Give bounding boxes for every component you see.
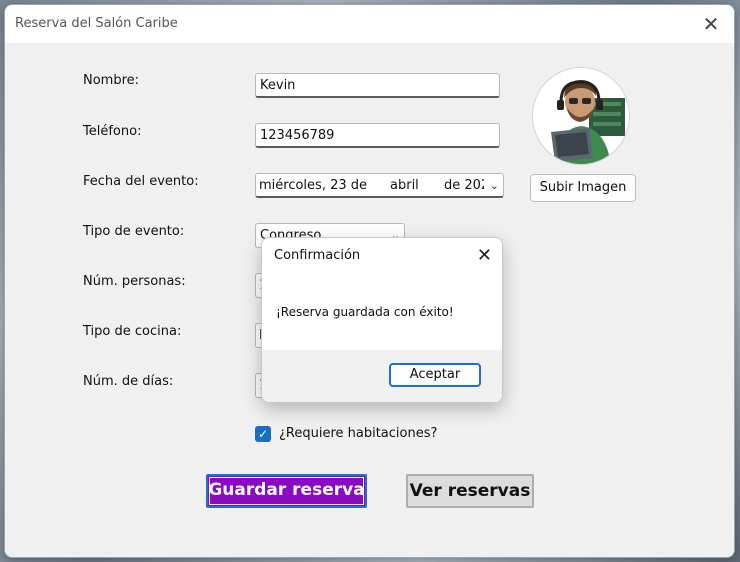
upload-image-button[interactable]: Subir Imagen [530,174,636,202]
num-dias-label: Núm. de días: [83,374,174,389]
fecha-label: Fecha del evento: [83,174,199,189]
fecha-year: de 202 [444,178,484,193]
nombre-label: Nombre: [83,73,140,88]
num-personas-label: Núm. personas: [83,274,186,289]
chevron-down-icon[interactable]: ⌄ [490,174,499,196]
dialog-footer: Aceptar [262,350,502,402]
save-reservation-button[interactable]: Guardar reserva [206,474,367,508]
telefono-input[interactable]: 123456789 [255,123,500,148]
dialog-title: Confirmación [274,248,361,263]
tipo-cocina-label: Tipo de cocina: [83,324,182,339]
window-close-button[interactable]: ✕ [698,11,724,37]
view-reservations-button[interactable]: Ver reservas [406,474,534,508]
fecha-weekday: miércoles, 23 de [259,178,368,193]
title-bar: Reserva del Salón Caribe ✕ [5,5,734,43]
dialog-close-icon[interactable]: ✕ [477,245,492,266]
fecha-month: abril [390,178,419,193]
habitaciones-checkbox[interactable]: ✓ [255,426,271,442]
fecha-date-picker[interactable]: miércoles, 23 de abril de 202 ⌄ [255,173,504,198]
habitaciones-label[interactable]: ¿Requiere habitaciones? [279,426,437,441]
nombre-input[interactable]: Kevin [255,73,500,98]
tipo-evento-label: Tipo de evento: [83,224,185,239]
window-title: Reserva del Salón Caribe [15,16,178,31]
dialog-message: ¡Reserva guardada con éxito! [276,305,454,319]
user-avatar-icon [532,67,630,165]
accept-button[interactable]: Aceptar [389,363,481,387]
confirmation-dialog: Confirmación ✕ ¡Reserva guardada con éxi… [261,237,503,403]
telefono-label: Teléfono: [83,124,142,139]
